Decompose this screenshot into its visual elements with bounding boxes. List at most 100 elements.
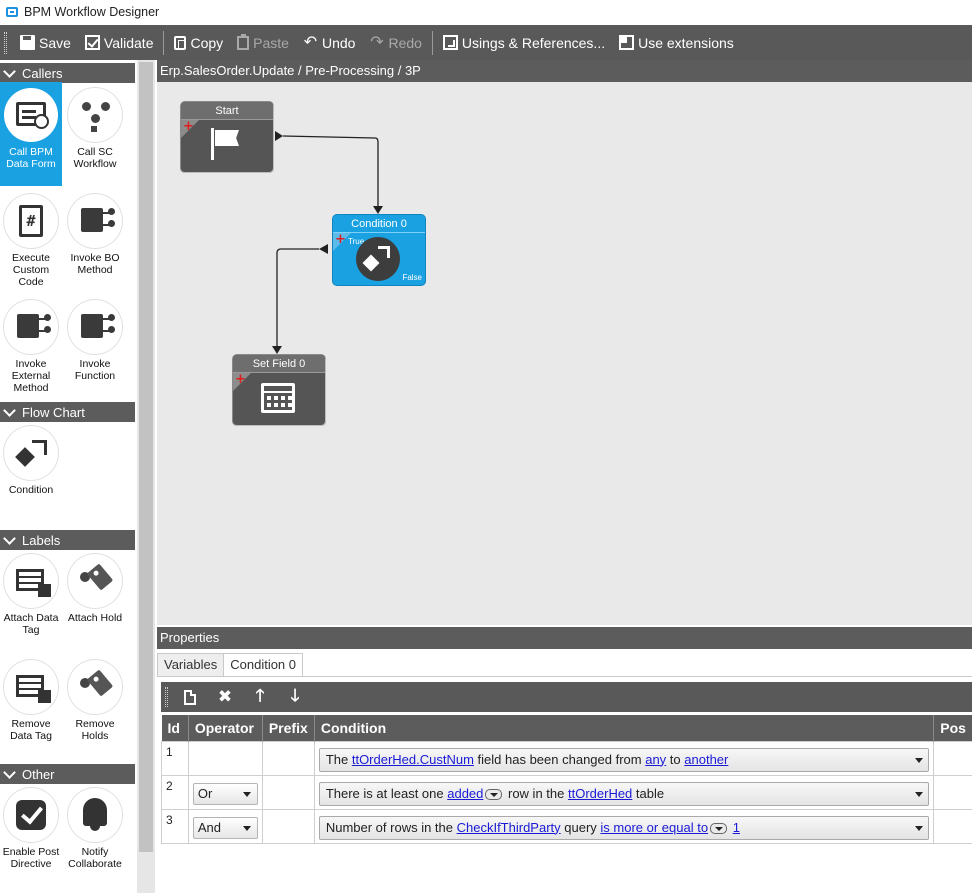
tool-enable-post-directive[interactable]: Enable Post Directive (0, 782, 62, 886)
condition-dropdown[interactable]: There is at least one added row in the t… (318, 781, 930, 806)
workflow-canvas[interactable]: Erp.SalesOrder.Update / Pre-Processing /… (157, 60, 972, 625)
condition-dropdown[interactable]: The ttOrderHed.CustNum field has been ch… (318, 747, 930, 772)
cell-prefix[interactable] (261, 808, 315, 844)
add-icon[interactable]: + (335, 233, 346, 246)
value-link[interactable]: 1 (733, 820, 740, 835)
main-toolbar: Save Validate Copy Paste ↶ Undo ↷ Redo Usi… (0, 25, 972, 60)
cell-operator[interactable] (187, 740, 263, 776)
connector-condition-setfield[interactable] (276, 248, 319, 346)
condition-editor: ✖ 🡑 🡓 Id Operator Prefix Condition Pos 1 (158, 676, 972, 893)
paste-button[interactable]: Paste (230, 28, 296, 58)
table-row[interactable]: 1 The ttOrderHed.CustNum field has been … (161, 740, 972, 776)
tool-attach-data-tag[interactable]: Attach Data Tag (0, 548, 62, 652)
tool-invoke-external-method[interactable]: Invoke External Method (0, 294, 62, 398)
tab-variables[interactable]: Variables (157, 653, 225, 677)
tab-condition-0[interactable]: Condition 0 (223, 653, 304, 677)
copy-button[interactable]: Copy (167, 28, 230, 58)
operator-select[interactable]: And (192, 816, 258, 839)
app-icon (6, 7, 18, 17)
comparison-link[interactable]: is more or equal to (600, 820, 708, 835)
function-icon (68, 300, 122, 354)
move-up-button[interactable]: 🡑 (246, 684, 274, 710)
output-port[interactable] (275, 131, 283, 141)
tool-label: Invoke External Method (11, 358, 51, 394)
group-header-callers[interactable]: Callers (0, 63, 135, 83)
add-icon[interactable]: + (183, 120, 194, 133)
tool-remove-data-tag[interactable]: Remove Data Tag (0, 654, 62, 758)
to-value-link[interactable]: another (684, 752, 728, 767)
condition-icon (356, 237, 400, 281)
delete-row-button[interactable]: ✖ (211, 684, 239, 710)
node-title: Set Field 0 (233, 355, 325, 373)
tool-call-bpm-data-form[interactable]: Call BPM Data Form (0, 82, 62, 186)
tool-invoke-function[interactable]: Invoke Function (64, 294, 126, 398)
group-header-other[interactable]: Other (0, 764, 135, 784)
tool-notify-collaborate[interactable]: Notify Collaborate (64, 782, 126, 886)
query-link[interactable]: CheckIfThirdParty (457, 820, 561, 835)
connectors (272, 135, 383, 354)
code-file-icon: # (4, 194, 58, 248)
arrowhead (373, 206, 383, 214)
table-row[interactable]: 3 And Number of rows in the CheckIfThird… (161, 808, 972, 844)
undo-button[interactable]: ↶ Undo (296, 28, 362, 58)
mini-dropdown-icon[interactable] (485, 788, 503, 800)
column-header-operator[interactable]: Operator (188, 715, 263, 741)
use-extensions-button[interactable]: Use extensions (612, 28, 741, 58)
true-port[interactable] (319, 244, 328, 254)
column-header-prefix[interactable]: Prefix (262, 715, 315, 741)
tool-label: Condition (8, 484, 54, 496)
usings-icon (442, 35, 458, 50)
tool-attach-hold[interactable]: Attach Hold (64, 548, 126, 652)
tool-remove-holds[interactable]: Remove Holds (64, 654, 126, 758)
node-set-field[interactable]: Set Field 0 + (233, 355, 325, 425)
tool-label: Notify Collaborate (68, 846, 122, 870)
workflow-icon (68, 88, 122, 142)
row-state-link[interactable]: added (447, 786, 483, 801)
validate-button[interactable]: Validate (78, 28, 161, 58)
column-header-pos[interactable]: Pos (933, 715, 972, 741)
field-link[interactable]: ttOrderHed.CustNum (352, 752, 474, 767)
operator-select[interactable]: Or (192, 782, 258, 805)
cell-prefix[interactable] (261, 740, 315, 776)
toolbar-grip[interactable] (165, 687, 168, 707)
tool-call-sc-workflow[interactable]: Call SC Workflow (64, 82, 126, 186)
condition-text: query (560, 819, 601, 835)
move-down-button[interactable]: 🡓 (281, 684, 309, 710)
from-value-link[interactable]: any (645, 752, 666, 767)
condition-dropdown[interactable]: Number of rows in the CheckIfThirdParty … (318, 815, 930, 840)
scrollbar-thumb[interactable] (139, 62, 153, 852)
cell-prefix[interactable] (261, 774, 315, 810)
group-header-flow-chart[interactable]: Flow Chart (0, 402, 135, 422)
group-header-labels[interactable]: Labels (0, 530, 135, 550)
new-row-button[interactable] (176, 684, 204, 710)
conditions-table: Id Operator Prefix Condition Pos 1 The t… (161, 715, 972, 844)
column-header-condition[interactable]: Condition (314, 715, 935, 741)
data-form-icon (4, 88, 58, 142)
tool-label: Invoke BO Method (70, 252, 120, 276)
tool-label: Invoke Function (74, 358, 116, 382)
undo-icon: ↶ (303, 34, 318, 51)
group-title: Flow Chart (22, 404, 85, 420)
condition-text: Number of rows in the (325, 819, 457, 835)
toolbox-scrollbar[interactable] (137, 60, 155, 893)
usings-references-button[interactable]: Usings & References... (436, 28, 612, 58)
false-label: False (402, 273, 422, 282)
node-start[interactable]: Start + (181, 102, 283, 172)
validate-icon (84, 35, 100, 50)
redo-button[interactable]: ↷ Redo (362, 28, 428, 58)
mini-dropdown-icon[interactable] (710, 822, 728, 834)
connector-start-condition[interactable] (282, 135, 379, 206)
cell-id: 1 (161, 740, 189, 776)
add-icon[interactable]: + (235, 373, 246, 386)
toolbar-grip[interactable] (4, 31, 7, 54)
tool-invoke-bo-method[interactable]: Invoke BO Method (64, 188, 126, 292)
table-link[interactable]: ttOrderHed (568, 786, 632, 801)
table-row[interactable]: 2 Or There is at least one added row in … (161, 774, 972, 810)
node-condition[interactable]: Condition 0 + True False (319, 215, 425, 285)
tool-condition[interactable]: Condition (0, 420, 62, 524)
condition-text: field has been changed from (473, 751, 646, 767)
save-button[interactable]: Save (13, 28, 78, 58)
tool-execute-custom-code[interactable]: # Execute Custom Code (0, 188, 62, 292)
column-header-id[interactable]: Id (161, 715, 189, 741)
copy-label: Copy (190, 34, 224, 51)
